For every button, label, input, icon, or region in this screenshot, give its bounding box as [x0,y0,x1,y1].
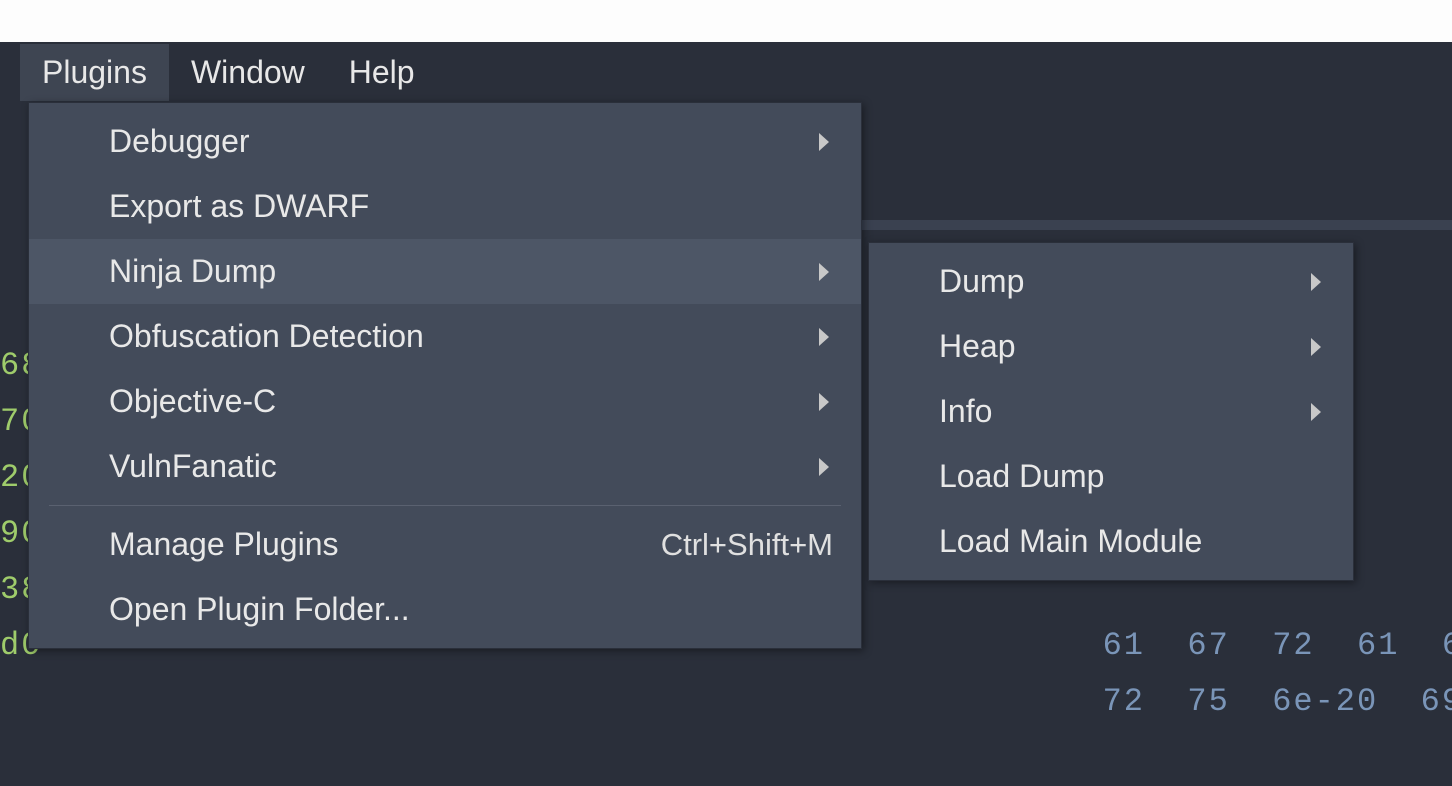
chevron-right-icon [819,393,829,411]
menu-item-obfuscation-detection[interactable]: Obfuscation Detection [29,304,861,369]
menu-item-label: Debugger [109,123,250,160]
menu-separator [49,505,841,506]
chevron-right-icon [819,263,829,281]
menubar-item-help[interactable]: Help [327,44,437,101]
menubar-item-plugins[interactable]: Plugins [20,44,169,101]
menubar-item-window[interactable]: Window [169,44,327,101]
menu-item-vulnfanatic[interactable]: VulnFanatic [29,434,861,499]
menu-item-label: VulnFanatic [109,448,277,485]
menu-item-label: Load Main Module [939,523,1202,560]
chevron-right-icon [1311,273,1321,291]
content-area: 68 0 ff 70 0 00 20 [0,102,1452,708]
menu-item-label: Open Plugin Folder... [109,591,410,628]
chevron-right-icon [819,458,829,476]
ninja-dump-submenu: Dump Heap Info Load Dump Load Main Modul… [868,242,1354,581]
plugins-menu: Debugger Export as DWARF Ninja Dump Obfu… [28,102,862,649]
menu-item-debugger[interactable]: Debugger [29,109,861,174]
chevron-right-icon [1311,338,1321,356]
hex-bytes: 61 67 72 61 6d 20 63 61 [1103,627,1452,664]
menu-item-label: Dump [939,263,1024,300]
menu-item-label: Export as DWARF [109,188,369,225]
menu-item-export-dwarf[interactable]: Export as DWARF [29,174,861,239]
menu-item-label: Heap [939,328,1016,365]
window-top-region [0,0,1452,42]
submenu-item-load-dump[interactable]: Load Dump [869,444,1353,509]
chevron-right-icon [1311,403,1321,421]
menu-shortcut: Ctrl+Shift+M [661,527,833,563]
hex-bytes: 72 75 6e-20 69 6e 20 44 [1103,683,1452,720]
menu-item-objective-c[interactable]: Objective-C [29,369,861,434]
submenu-item-info[interactable]: Info [869,379,1353,444]
submenu-item-heap[interactable]: Heap [869,314,1353,379]
submenu-item-load-main-module[interactable]: Load Main Module [869,509,1353,574]
menu-item-label: Objective-C [109,383,276,420]
menu-item-open-plugin-folder[interactable]: Open Plugin Folder... [29,577,861,642]
menu-item-label: Load Dump [939,458,1104,495]
submenu-item-dump[interactable]: Dump [869,249,1353,314]
chevron-right-icon [819,133,829,151]
menu-item-label: Ninja Dump [109,253,276,290]
menu-item-label: Obfuscation Detection [109,318,424,355]
menu-item-manage-plugins[interactable]: Manage Plugins Ctrl+Shift+M [29,512,861,577]
menu-item-ninja-dump[interactable]: Ninja Dump [29,239,861,304]
panel-divider [862,220,1452,230]
menu-item-label: Info [939,393,992,430]
menu-item-label: Manage Plugins [109,526,338,563]
chevron-right-icon [819,328,829,346]
menubar: Plugins Window Help [0,42,1452,102]
